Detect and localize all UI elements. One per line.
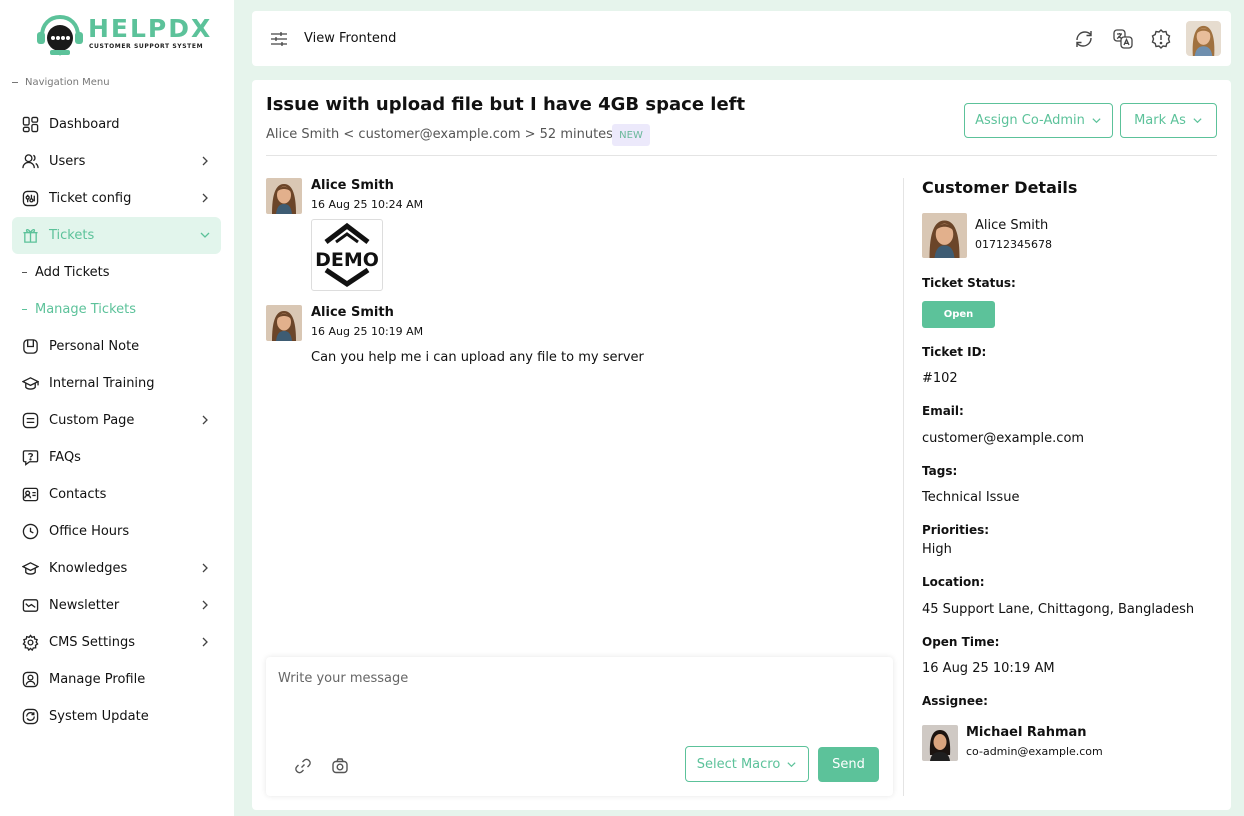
note-icon — [21, 338, 39, 356]
gear-icon — [21, 634, 39, 652]
sidebar-subitem-manage-tickets[interactable]: Manage Tickets — [12, 291, 221, 328]
customer-details: Customer Details Alice Smith 01712345678… — [922, 80, 1222, 810]
ticket-title: Issue with upload file but I have 4GB sp… — [266, 94, 746, 115]
top-bar: View Frontend — [252, 11, 1231, 66]
sidebar-item-ticket-config[interactable]: Ticket config — [12, 180, 221, 217]
sidebar-item-contacts[interactable]: Contacts — [12, 476, 221, 513]
brand-name: HELPDX — [88, 14, 213, 43]
page-icon — [21, 412, 39, 430]
contacts-icon — [21, 486, 39, 504]
sidebar-item-cms-settings[interactable]: CMS Settings — [12, 624, 221, 661]
sidebar-item-tickets[interactable]: Tickets — [12, 217, 221, 254]
alert-icon[interactable] — [1150, 28, 1172, 50]
sidebar-item-manage-profile[interactable]: Manage Profile — [12, 661, 221, 698]
logo-headset-icon — [37, 14, 83, 56]
profile-icon — [21, 671, 39, 689]
sidebar-item-office-hours[interactable]: Office Hours — [12, 513, 221, 550]
message-author: Alice Smith — [311, 178, 394, 193]
customer-avatar — [922, 213, 967, 258]
select-macro-button[interactable]: Select Macro — [685, 746, 809, 782]
chevron-right-icon — [202, 415, 208, 425]
sidebar-item-knowledges[interactable]: Knowledges — [12, 550, 221, 587]
knowledge-icon — [21, 560, 39, 578]
camera-icon[interactable] — [331, 757, 349, 775]
message-author: Alice Smith — [311, 305, 394, 320]
message-input[interactable] — [278, 671, 878, 731]
view-frontend-link[interactable]: View Frontend — [304, 31, 396, 46]
email-value: customer@example.com — [922, 431, 1085, 446]
open-time-value: 16 Aug 25 10:19 AM — [922, 661, 1055, 676]
ticket-id-value: #102 — [922, 371, 958, 386]
priorities-value: High — [922, 542, 952, 557]
message-time: 16 Aug 25 10:24 AM — [311, 198, 424, 211]
newsletter-icon — [21, 597, 39, 615]
sidebar-item-faqs[interactable]: FAQs — [12, 439, 221, 476]
chevron-right-icon — [202, 193, 208, 203]
sidebar-item-newsletter[interactable]: Newsletter — [12, 587, 221, 624]
sidebar-item-internal-training[interactable]: Internal Training — [12, 365, 221, 402]
location-value: 45 Support Lane, Chittagong, Bangladesh — [922, 602, 1195, 617]
ticket-id-label: Ticket ID: — [922, 345, 987, 359]
sidebar-item-users[interactable]: Users — [12, 143, 221, 180]
tags-value: Technical Issue — [922, 490, 1020, 505]
email-label: Email: — [922, 404, 964, 418]
avatar — [266, 178, 302, 214]
avatar — [266, 305, 302, 341]
message-text: Can you help me i can upload any file to… — [311, 350, 644, 365]
ticket-status-label: Ticket Status: — [922, 276, 1016, 290]
nav-heading: Navigation Menu — [12, 77, 110, 88]
ticket-config-icon — [21, 190, 39, 208]
ticket-meta: Alice Smith < customer@example.com > 52 … — [266, 127, 642, 142]
clock-icon — [21, 523, 39, 541]
message-time: 16 Aug 25 10:19 AM — [311, 325, 424, 338]
user-avatar[interactable] — [1186, 21, 1221, 56]
priorities-label: Priorities: — [922, 523, 990, 537]
brand-tagline: CUSTOMER SUPPORT SYSTEM — [89, 43, 204, 50]
assignee-email: co-admin@example.com — [966, 745, 1103, 758]
link-icon[interactable] — [294, 757, 312, 775]
sidebar-item-custom-page[interactable]: Custom Page — [12, 402, 221, 439]
customer-name: Alice Smith — [975, 218, 1049, 233]
demo-text: DEMO — [315, 249, 379, 271]
column-divider — [903, 178, 904, 796]
users-icon — [21, 153, 39, 171]
location-label: Location: — [922, 575, 985, 589]
customer-phone: 01712345678 — [975, 238, 1052, 251]
message-attachment[interactable]: DEMO — [311, 219, 383, 291]
demo-image-icon: DEMO — [315, 222, 379, 288]
dashboard-icon — [21, 116, 39, 134]
chevron-right-icon — [202, 637, 208, 647]
ticket-status-button[interactable]: Open — [922, 301, 995, 328]
compose-box: Select Macro Send — [266, 657, 893, 796]
nav-menu: Dashboard Users Ticket config Tickets Ad… — [12, 106, 221, 735]
update-icon — [21, 708, 39, 726]
assignee-label: Assignee: — [922, 694, 988, 708]
open-time-label: Open Time: — [922, 635, 1000, 649]
chevron-down-icon — [787, 761, 796, 767]
translate-icon[interactable] — [1112, 28, 1134, 50]
assignee-name: Michael Rahman — [966, 725, 1087, 740]
tags-label: Tags: — [922, 464, 958, 478]
tickets-icon — [21, 227, 39, 245]
chevron-right-icon — [202, 156, 208, 166]
sidebar: HELPDX CUSTOMER SUPPORT SYSTEM Navigatio… — [0, 0, 234, 816]
chevron-right-icon — [202, 563, 208, 573]
graduation-cap-icon — [21, 375, 39, 393]
logo[interactable]: HELPDX CUSTOMER SUPPORT SYSTEM — [36, 12, 210, 60]
sliders-icon[interactable] — [270, 30, 288, 48]
refresh-icon[interactable] — [1073, 28, 1095, 50]
sidebar-item-dashboard[interactable]: Dashboard — [12, 106, 221, 143]
assignee-avatar — [922, 725, 958, 761]
chevron-right-icon — [202, 600, 208, 610]
send-button[interactable]: Send — [818, 747, 879, 782]
faq-icon — [21, 449, 39, 467]
sidebar-subitem-add-tickets[interactable]: Add Tickets — [12, 254, 221, 291]
status-badge: NEW — [612, 124, 650, 146]
customer-details-heading: Customer Details — [922, 178, 1078, 197]
sidebar-item-personal-note[interactable]: Personal Note — [12, 328, 221, 365]
sidebar-item-system-update[interactable]: System Update — [12, 698, 221, 735]
ticket-panel: Issue with upload file but I have 4GB sp… — [252, 80, 1231, 810]
chevron-down-icon — [200, 232, 210, 238]
